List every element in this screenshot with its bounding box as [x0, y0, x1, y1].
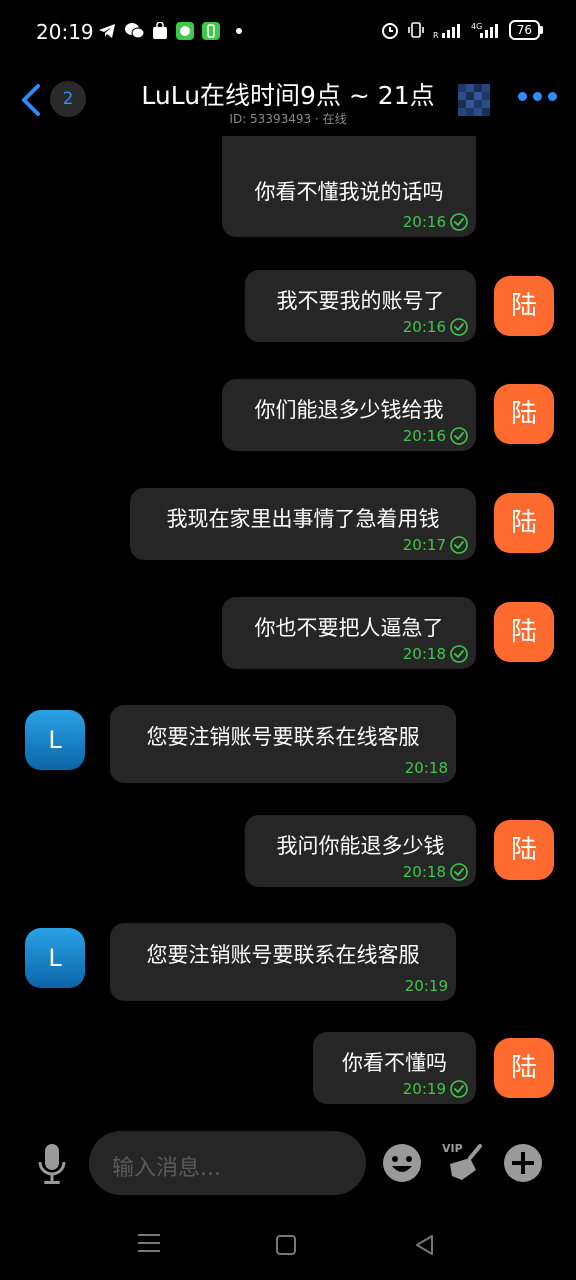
- chat-header: 2 LuLu在线时间9点 ~ 21点 ID: 53393493 · 在线: [0, 66, 576, 136]
- read-check-icon: [450, 213, 468, 231]
- message-time: 20:18: [402, 645, 446, 663]
- message-meta: 20:19: [403, 1080, 468, 1098]
- home-square-icon[interactable]: [276, 1235, 296, 1255]
- sent-message-bubble[interactable]: 我不要我的账号了 20:16: [245, 270, 476, 342]
- sent-message-bubble[interactable]: 你也不要把人逼急了 20:18: [222, 597, 476, 669]
- read-check-icon: [450, 427, 468, 445]
- message-text: 你看不懂我说的话吗: [254, 180, 444, 204]
- sent-message-bubble[interactable]: 我现在家里出事情了急着用钱 20:17: [130, 488, 476, 560]
- message-text: 您要注销账号要联系在线客服: [146, 725, 420, 749]
- microphone-icon[interactable]: [36, 1142, 68, 1186]
- alarm-icon: [381, 23, 398, 39]
- system-nav-bar: [0, 1210, 576, 1280]
- green-app-icon: [176, 22, 194, 40]
- shopping-bag-icon: [153, 22, 167, 39]
- contact-avatar-icon[interactable]: [458, 84, 490, 116]
- contact-avatar[interactable]: L: [25, 928, 85, 988]
- message-text: 你们能退多少钱给我: [254, 398, 444, 422]
- sent-message-bubble[interactable]: 你看不懂吗 20:19: [313, 1032, 476, 1104]
- received-message-bubble[interactable]: 您要注销账号要联系在线客服 20:18: [110, 705, 456, 783]
- status-time: 20:19: [36, 20, 94, 44]
- message-time: 20:16: [402, 427, 446, 445]
- telegram-icon: [99, 24, 115, 38]
- message-meta: 20:16: [403, 213, 468, 231]
- message-meta: 20:16: [403, 427, 468, 445]
- status-bar: 20:19 R 4G 76: [0, 0, 576, 66]
- message-meta: 20:18: [403, 863, 468, 881]
- message-meta: 20:17: [403, 536, 468, 554]
- read-check-icon: [450, 536, 468, 554]
- input-bar: 输入消息... VIP: [0, 1126, 576, 1206]
- message-time: 20:17: [402, 536, 446, 554]
- vibrate-icon: [407, 22, 424, 38]
- my-avatar[interactable]: 陆: [494, 384, 554, 444]
- read-check-icon: [450, 645, 468, 663]
- my-avatar[interactable]: 陆: [494, 276, 554, 336]
- message-meta: 20:16: [403, 318, 468, 336]
- my-avatar[interactable]: 陆: [494, 493, 554, 553]
- message-text: 我现在家里出事情了急着用钱: [166, 507, 440, 531]
- recents-menu-icon[interactable]: [138, 1232, 160, 1254]
- message-input[interactable]: 输入消息...: [89, 1131, 366, 1195]
- message-time: 20:18: [402, 863, 446, 881]
- contact-avatar[interactable]: L: [25, 710, 85, 770]
- message-list[interactable]: 你看不懂我说的话吗 20:16 我不要我的账号了 20:16 陆你们能退多少钱给我 20:…: [0, 136, 576, 1116]
- message-time: 20:19: [404, 977, 448, 995]
- svg-text:VIP: VIP: [442, 1142, 463, 1155]
- message-text: 我问你能退多少钱: [276, 834, 445, 858]
- my-avatar[interactable]: 陆: [494, 1038, 554, 1098]
- received-message-bubble[interactable]: 您要注销账号要联系在线客服 20:19: [110, 923, 456, 1001]
- message-text: 您要注销账号要联系在线客服: [146, 943, 420, 967]
- sent-message-bubble[interactable]: 你们能退多少钱给我 20:16: [222, 379, 476, 451]
- my-avatar[interactable]: 陆: [494, 602, 554, 662]
- message-time: 20:16: [402, 318, 446, 336]
- message-meta: 20:19: [405, 977, 448, 995]
- message-meta: 20:18: [403, 645, 468, 663]
- notification-dot: [236, 28, 242, 34]
- emoji-icon[interactable]: [381, 1142, 423, 1184]
- sent-message-bubble[interactable]: 我问你能退多少钱 20:18: [245, 815, 476, 887]
- message-time: 20:19: [402, 1080, 446, 1098]
- wechat-icon: [125, 23, 144, 39]
- message-meta: 20:18: [405, 759, 448, 777]
- read-check-icon: [450, 1080, 468, 1098]
- signal-icon: R: [433, 24, 460, 39]
- message-time: 20:16: [402, 213, 446, 231]
- green-app2-icon: [202, 22, 220, 40]
- message-text: 我不要我的账号了: [276, 289, 445, 313]
- read-check-icon: [450, 318, 468, 336]
- my-avatar[interactable]: 陆: [494, 820, 554, 880]
- back-triangle-icon[interactable]: [414, 1234, 434, 1256]
- battery-indicator: 76: [508, 20, 544, 40]
- vip-sticker-icon[interactable]: VIP: [440, 1140, 484, 1186]
- svg-text:R: R: [433, 31, 439, 39]
- sent-message-bubble[interactable]: 你看不懂我说的话吗 20:16: [222, 136, 476, 237]
- message-time: 20:18: [404, 759, 448, 777]
- read-check-icon: [450, 863, 468, 881]
- message-text: 你也不要把人逼急了: [254, 616, 444, 640]
- input-placeholder: 输入消息...: [112, 1156, 221, 1181]
- svg-text:4G: 4G: [471, 22, 482, 31]
- 4g-signal-icon: 4G: [471, 22, 498, 38]
- more-options-button[interactable]: [518, 92, 557, 101]
- add-attachment-icon[interactable]: [502, 1142, 544, 1184]
- message-text: 你看不懂吗: [342, 1051, 447, 1075]
